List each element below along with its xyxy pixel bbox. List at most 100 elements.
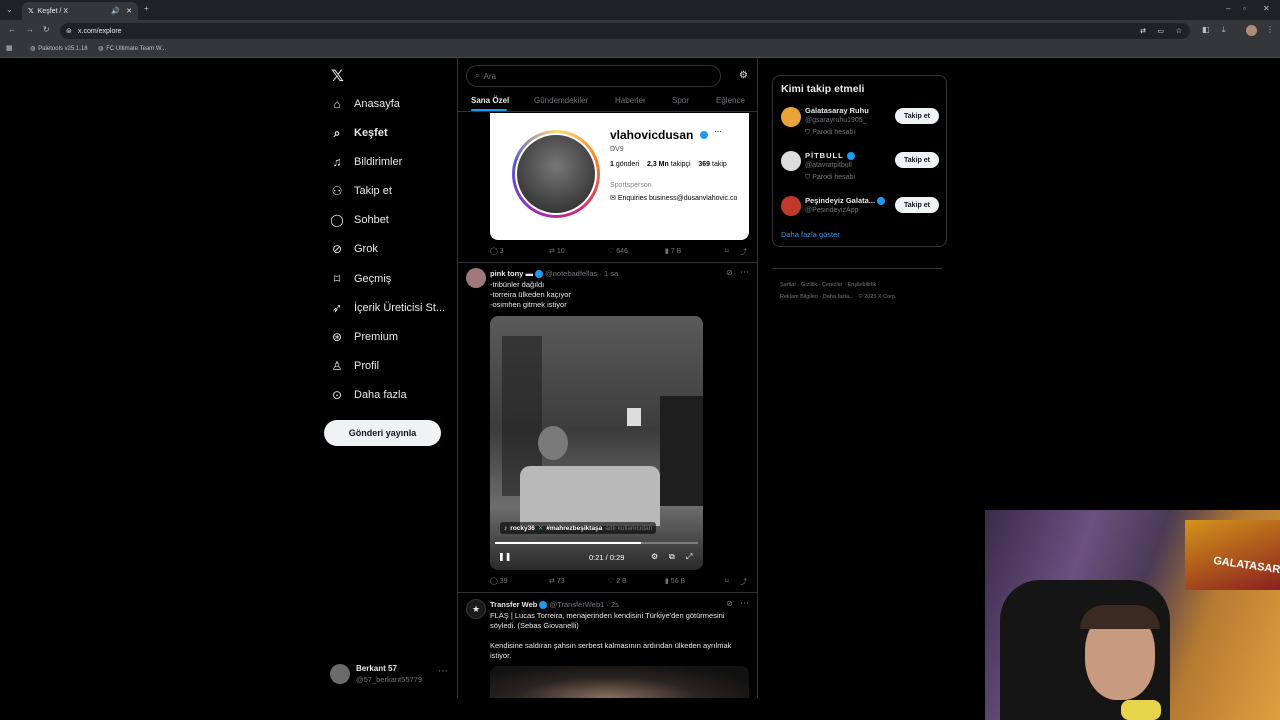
avatar[interactable]: [781, 107, 801, 127]
footer-more[interactable]: Daha fazla...: [823, 294, 854, 300]
settings-gear-icon[interactable]: ⚙: [739, 70, 748, 81]
bookmark-paletools[interactable]: ◍ Paletools v25.1.18: [30, 45, 88, 53]
post-button[interactable]: Gönderi yayınla: [324, 420, 441, 446]
video-caption-tag: ♪ rocky36 ✕ #mahrezbeşiktaşa adlı kullanıcıd…: [500, 522, 657, 534]
video-progress-fill: [495, 542, 642, 544]
more-dots-icon[interactable]: ⋯: [438, 666, 448, 677]
show-more-link[interactable]: Daha fazla göster: [781, 230, 840, 239]
nav-home[interactable]: ⌂ Anasayfa: [330, 93, 400, 115]
account-switcher[interactable]: Berkant 57 @57_berkant55779 ⋯: [330, 662, 455, 686]
minimize-icon[interactable]: –: [1226, 4, 1230, 13]
forward-icon[interactable]: →: [26, 25, 34, 34]
avatar[interactable]: [466, 268, 486, 288]
nav-grok[interactable]: ⊘ Grok: [330, 238, 378, 260]
cast-icon[interactable]: ▭: [1157, 27, 1164, 35]
follow-button[interactable]: Takip et: [895, 197, 939, 213]
tab-entertainment[interactable]: Eğlence: [716, 96, 745, 105]
maximize-icon[interactable]: ▫: [1243, 4, 1246, 13]
more-dots-icon[interactable]: ⋯: [740, 598, 749, 609]
tweet-image[interactable]: [490, 666, 749, 698]
account-name[interactable]: PİTBULL: [805, 151, 855, 161]
repost-action[interactable]: ⇄ 10: [549, 247, 565, 255]
rocket-icon: ➶: [331, 301, 343, 315]
active-tab-indicator: [471, 109, 507, 111]
nav-bookmarks[interactable]: ⌑ Geçmiş: [330, 268, 391, 290]
footer-ads[interactable]: Reklam Bilgileri: [780, 294, 818, 300]
x-logo-icon[interactable]: 𝕏: [331, 66, 344, 86]
like-action[interactable]: ♡ 2 B: [608, 577, 627, 585]
site-info-icon[interactable]: ⊜: [66, 27, 72, 35]
tab-close-icon[interactable]: ✕: [126, 7, 132, 15]
nav-profile[interactable]: ♙ Profil: [330, 355, 379, 377]
views-action[interactable]: ▮ 56 B: [665, 577, 685, 585]
share-icon[interactable]: ⤴: [740, 577, 747, 587]
more-icon: ⊙: [331, 388, 343, 402]
bookmark-fc-ultimate[interactable]: ◍ FC Ultimate Team W...: [98, 45, 166, 53]
new-tab-icon[interactable]: +: [144, 4, 149, 13]
browser-tab[interactable]: 𝕏 Keşfet / X 🔊 ✕: [22, 2, 138, 20]
follow-button[interactable]: Takip et: [895, 152, 939, 168]
settings-gear-icon[interactable]: ⚙: [651, 552, 658, 561]
nav-follow[interactable]: ⚇ Takip et: [330, 180, 392, 202]
video-time: 0:21 / 0:29: [589, 553, 625, 562]
footer-privacy[interactable]: Gizlilik: [801, 282, 817, 288]
avatar[interactable]: [781, 196, 801, 216]
browser-profile-avatar[interactable]: [1246, 25, 1257, 36]
translate-icon[interactable]: ⇄: [1140, 27, 1146, 35]
avatar[interactable]: ★: [466, 599, 486, 619]
card-contact: ✉ Enquiries business@dusanvlahovic.co: [610, 195, 738, 202]
picture-in-picture-icon[interactable]: ⧉: [669, 552, 675, 562]
like-action[interactable]: ♡ 646: [608, 247, 628, 255]
nav-chat[interactable]: ◯ Sohbet: [330, 209, 389, 231]
nav-creator-studio[interactable]: ➶ İçerik Üreticisi St...: [330, 297, 445, 319]
fullscreen-icon[interactable]: ⤢: [686, 552, 692, 562]
nav-notifications[interactable]: ♫ Bildirimler: [330, 151, 403, 173]
grok-icon[interactable]: ⊘: [726, 268, 733, 277]
footer-terms[interactable]: Şartlar: [780, 282, 796, 288]
back-icon[interactable]: ←: [8, 25, 16, 34]
tab-news[interactable]: Haberler: [615, 96, 646, 105]
account-name[interactable]: Galatasaray Ruhu: [805, 106, 869, 115]
reply-action[interactable]: ◯ 39: [490, 577, 508, 585]
nav-explore[interactable]: ⌕ Keşfet: [330, 122, 388, 144]
share-icon[interactable]: ⤴: [740, 247, 747, 257]
downloads-icon[interactable]: ⤓: [1222, 25, 1226, 35]
flag-banner: [1185, 520, 1280, 590]
tab-sports[interactable]: Spor: [672, 96, 689, 105]
account-name[interactable]: Peşindeyiz Galata...: [805, 196, 886, 206]
address-bar[interactable]: ⊜ x.com/explore ⇄ ▭ ☆: [60, 23, 1190, 39]
reply-action[interactable]: ◯ 3: [490, 247, 504, 255]
views-action[interactable]: ▮ 7 B: [665, 247, 681, 255]
avatar[interactable]: [781, 151, 801, 171]
bookmark-star-icon[interactable]: ☆: [1176, 27, 1182, 35]
nav-premium[interactable]: ⊛ Premium: [330, 326, 398, 348]
nav-more[interactable]: ⊙ Daha fazla: [330, 384, 407, 406]
reload-icon[interactable]: ↻: [43, 25, 50, 34]
more-dots-icon[interactable]: ⋯: [740, 267, 749, 278]
bookmark-icon[interactable]: ⌑: [725, 577, 729, 585]
extensions-icon[interactable]: ◧: [1202, 25, 1210, 34]
tab-search-icon[interactable]: ⌄: [6, 5, 13, 14]
panel-title: Kimi takip etmeli: [781, 83, 865, 95]
video-player[interactable]: ♪ rocky36 ✕ #mahrezbeşiktaşa adlı kullanıcıd…: [490, 316, 703, 570]
search-icon: ⌕: [475, 71, 480, 80]
speaker-icon[interactable]: 🔊: [111, 7, 120, 15]
tab-for-you[interactable]: Sana Özel: [471, 96, 509, 105]
browser-menu-icon[interactable]: ⋮: [1266, 25, 1274, 34]
search-input[interactable]: ⌕ Ara: [466, 65, 721, 87]
footer-cookies[interactable]: Çerezler: [822, 282, 843, 288]
follow-button[interactable]: Takip et: [895, 108, 939, 124]
divider: [457, 58, 458, 698]
pause-icon[interactable]: ❚❚: [498, 552, 511, 561]
apps-grid-icon[interactable]: ▦: [6, 44, 13, 52]
account-name: Berkant 57: [356, 664, 397, 673]
window-close-icon[interactable]: ✕: [1263, 4, 1270, 13]
parody-label: ⛉ Parodi hesabı: [805, 129, 856, 136]
grok-icon[interactable]: ⊘: [726, 599, 733, 608]
bookmark-icon[interactable]: ⌑: [725, 247, 729, 255]
tab-trending[interactable]: Gündemdekiler: [534, 96, 588, 105]
footer-accessibility[interactable]: Erişilebilirlik: [848, 282, 877, 288]
repost-action[interactable]: ⇄ 73: [549, 577, 565, 585]
profile-card-image[interactable]: vlahovicdusan ⋯ DV9 1 gönderi 2,3 Mn tak…: [490, 113, 749, 240]
video-progress-track[interactable]: [495, 542, 698, 544]
